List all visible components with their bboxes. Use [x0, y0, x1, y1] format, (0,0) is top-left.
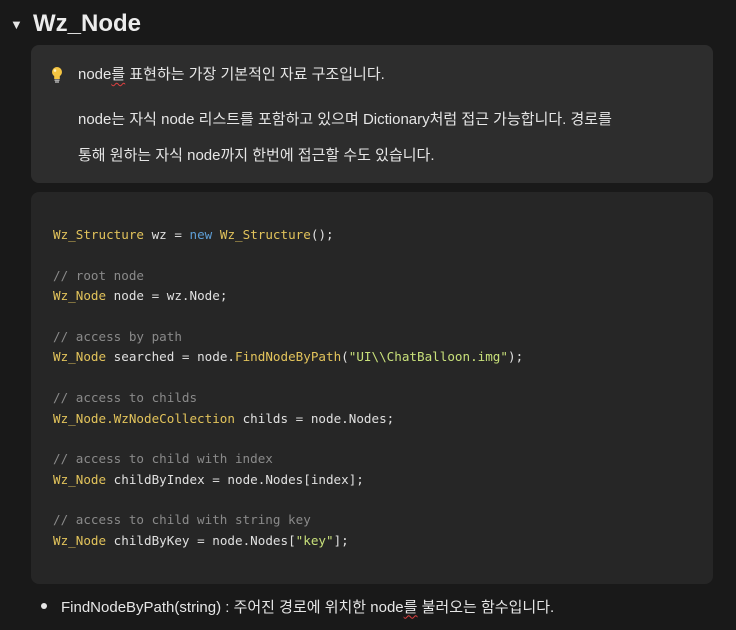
toggle-heading: Wz_Node: [33, 10, 141, 37]
callout-line-2: node는 자식 node 리스트를 포함하고 있으며 Dictionary처럼…: [78, 111, 612, 128]
code-comment: // access to child with string key: [53, 512, 311, 527]
toggle-header[interactable]: ▼ Wz_Node: [10, 8, 141, 40]
toggle-arrow-icon[interactable]: ▼: [10, 17, 24, 32]
spellcheck-mark: 를: [111, 66, 126, 83]
callout-box: node를 표현하는 가장 기본적인 자료 구조입니다. node는 자식 no…: [31, 45, 713, 183]
code-comment: // access to child with index: [53, 451, 273, 466]
bullet-item: FindNodeByPath(string) : 주어진 경로에 위치한 nod…: [41, 594, 554, 618]
code-comment: // access by path: [53, 329, 182, 344]
callout-line-1: node를 표현하는 가장 기본적인 자료 구조입니다.: [78, 66, 385, 83]
code-block[interactable]: Wz_Structure wz = new Wz_Structure(); //…: [31, 192, 713, 584]
spellcheck-mark: 를: [403, 598, 418, 616]
bullet-dot-icon: [41, 603, 47, 609]
code-line: Wz_Node.WzNodeCollection childs = node.N…: [53, 411, 395, 426]
code-line: Wz_Structure wz = new Wz_Structure();: [53, 227, 334, 242]
code-comment: // access to childs: [53, 390, 198, 405]
lightbulb-icon: [52, 67, 62, 83]
callout-line-3: 통해 원하는 자식 node까지 한번에 접근할 수도 있습니다.: [78, 147, 435, 164]
code-line: Wz_Node node = wz.Node;: [53, 288, 228, 303]
code-line: Wz_Node searched = node.FindNodeByPath("…: [53, 349, 524, 364]
code-line: Wz_Node childByIndex = node.Nodes[index]…: [53, 472, 364, 487]
bullet-text: FindNodeByPath(string) : 주어진 경로에 위치한 nod…: [61, 598, 555, 616]
code-line: Wz_Node childByKey = node.Nodes["key"];: [53, 533, 349, 548]
code-comment: // root node: [53, 268, 144, 283]
